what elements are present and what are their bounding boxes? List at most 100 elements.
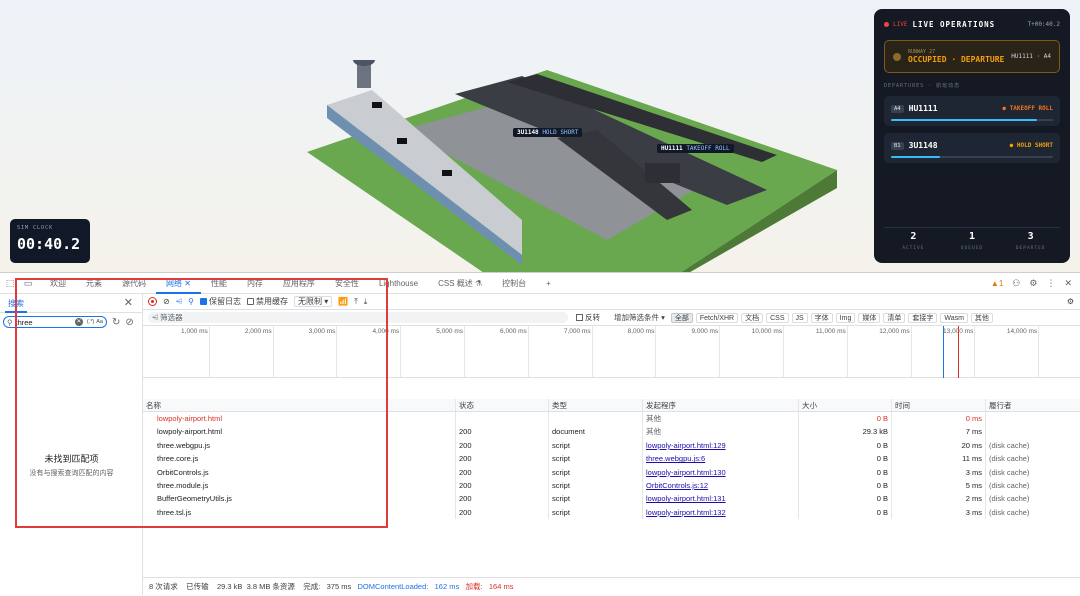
tab-network[interactable]: 网络 ✕: [156, 273, 201, 294]
timeline-tick: 11,000 ms: [816, 326, 848, 378]
column-header[interactable]: 发起程序: [643, 399, 799, 411]
table-row[interactable]: three.core.js 200 script three.webgpu.js:6 0…: [143, 452, 1080, 466]
network-overview-timeline[interactable]: 1,000 ms 2,000 ms 3,000 ms 4,000 ms 5,000 ms…: [143, 326, 1080, 378]
table-cell[interactable]: three.webgpu.js:6: [643, 452, 799, 466]
column-header[interactable]: 类型: [549, 399, 643, 411]
flight-progress-bar: [891, 156, 1053, 158]
wifi-icon[interactable]: 📶: [338, 297, 348, 306]
tab-memory[interactable]: 内存: [237, 273, 273, 294]
inspect-element-icon[interactable]: ⬚: [4, 278, 16, 288]
airport-3d-viewport[interactable]: 3U1148 HOLD SHORT HU1111 TAKEOFF ROLL SI…: [0, 0, 1080, 272]
settings-gear-icon[interactable]: ⚙: [1029, 278, 1037, 289]
search-network-icon[interactable]: ⚲: [188, 297, 194, 306]
type-filter-1[interactable]: Fetch/XHR: [695, 312, 739, 323]
flight-card[interactable]: A4 HU1111 ● TAKEOFF ROLL: [884, 96, 1060, 126]
timeline-tick-label: 7,000 ms: [563, 328, 591, 335]
refresh-icon[interactable]: ↻: [112, 317, 120, 328]
table-cell: 0 ms: [892, 412, 986, 426]
search-query[interactable]: three: [16, 318, 75, 327]
clear-search-icon[interactable]: ✕: [74, 318, 83, 326]
import-har-icon[interactable]: ⤒: [354, 297, 358, 307]
search-tab[interactable]: 搜索: [5, 294, 27, 313]
close-search-icon[interactable]: ✕: [121, 294, 136, 313]
table-row[interactable]: lowpoly-airport.html 其他 0 B0 ms: [143, 412, 1080, 426]
export-har-icon[interactable]: ⤓: [364, 297, 368, 307]
tab-application[interactable]: 应用程序: [273, 273, 325, 294]
type-filter-8[interactable]: 清单: [883, 312, 906, 323]
table-row[interactable]: BufferGeometryUtils.js 200 script lowpoly-a…: [143, 492, 1080, 506]
table-row[interactable]: three.webgpu.js 200 script lowpoly-airport.…: [143, 438, 1080, 453]
type-filter-10[interactable]: Wasm: [940, 312, 968, 323]
type-filter-4[interactable]: JS: [791, 312, 808, 323]
column-header[interactable]: 大小: [799, 399, 892, 411]
tab-sources[interactable]: 源代码: [112, 273, 156, 294]
add-tab-icon[interactable]: +: [536, 273, 561, 294]
tab-console[interactable]: 控制台: [492, 273, 536, 294]
table-cell[interactable]: lowpoly-airport.html:130: [643, 465, 799, 479]
search-input[interactable]: ⚲ three ✕ (.*) Aa: [3, 316, 107, 328]
timeline-tick-label: 8,000 ms: [627, 328, 655, 335]
tab-css-overview[interactable]: CSS 概述 ⚗: [428, 273, 492, 294]
network-settings-icon[interactable]: ⚙: [1067, 297, 1074, 306]
type-filter-0[interactable]: 全部: [670, 312, 693, 323]
timeline-tick: 4,000 ms: [372, 326, 402, 378]
table-header: 名称 状态 类型 发起程序 大小 时间 履行者: [143, 399, 1080, 412]
filter-input[interactable]: ⩤ 筛选器: [148, 312, 568, 323]
more-options-icon[interactable]: ⋮: [1046, 278, 1055, 289]
flight-tag-3u1148[interactable]: 3U1148 HOLD SHORT: [513, 128, 583, 137]
tab-lighthouse[interactable]: Lighthouse: [369, 273, 428, 294]
preserve-log-checkbox[interactable]: 保留日志: [199, 296, 241, 307]
table-cell: 0 B: [799, 505, 892, 520]
table-cell[interactable]: lowpoly-airport.html:132: [643, 505, 799, 520]
clear-results-icon[interactable]: ⊘: [125, 317, 133, 328]
table-cell: three.webgpu.js: [143, 438, 456, 453]
type-filter-11[interactable]: 其他: [970, 312, 993, 323]
device-toolbar-icon[interactable]: ▭: [22, 278, 34, 288]
type-filter-6[interactable]: Img: [835, 312, 856, 323]
timeline-tick: 13,000 ms: [943, 326, 976, 378]
table-row[interactable]: lowpoly-airport.html 200 document 其他 29.3 kB…: [143, 425, 1080, 439]
column-header[interactable]: 状态: [456, 399, 549, 411]
match-case-toggle[interactable]: Aa: [96, 319, 103, 325]
tab-welcome[interactable]: 欢迎: [40, 273, 76, 294]
tab-elements[interactable]: 元素: [76, 273, 112, 294]
column-header[interactable]: 履行者: [986, 399, 1080, 411]
table-row[interactable]: OrbitControls.js 200 script lowpoly-airport…: [143, 465, 1080, 479]
table-row[interactable]: three.module.js 200 script OrbitControls.js…: [143, 478, 1080, 493]
type-filter-5[interactable]: 字体: [810, 312, 833, 323]
tab-performance[interactable]: 性能: [201, 273, 237, 294]
issues-icon[interactable]: ⚇: [1012, 278, 1020, 289]
more-filters-dropdown[interactable]: 增加筛选条件 ▾: [614, 312, 665, 323]
tab-security[interactable]: 安全性: [325, 273, 369, 294]
flight-card[interactable]: B1 3U1148 ● HOLD SHORT: [884, 133, 1060, 163]
warning-count[interactable]: ▲1: [991, 279, 1003, 288]
invert-checkbox[interactable]: 反转: [576, 312, 600, 323]
timeline-marker: [958, 326, 959, 378]
regex-toggle[interactable]: (.*): [87, 319, 94, 325]
table-cell: (disk cache): [989, 494, 1030, 504]
live-label: LIVE: [893, 20, 908, 28]
close-tab-icon[interactable]: ✕: [184, 279, 191, 288]
clear-icon[interactable]: ⊘: [163, 297, 170, 306]
type-filter-2[interactable]: 文档: [741, 312, 764, 323]
table-cell[interactable]: lowpoly-airport.html:131: [643, 492, 799, 506]
table-row[interactable]: three.tsl.js 200 script lowpoly-airport.htm…: [143, 505, 1080, 520]
type-filter-7[interactable]: 媒体: [858, 312, 881, 323]
table-cell[interactable]: lowpoly-airport.html:129: [643, 438, 799, 453]
type-filter-9[interactable]: 套接字: [908, 312, 938, 323]
table-cell[interactable]: OrbitControls.js:12: [643, 478, 799, 493]
disable-cache-checkbox[interactable]: 禁用缓存: [246, 296, 288, 307]
runway-status-card: RUNWAY 27 OCCUPIED · DEPARTURE HU1111 · …: [884, 40, 1060, 73]
table-cell: 2 ms: [892, 492, 986, 506]
throttle-select[interactable]: 无限制 ▾: [293, 296, 333, 307]
record-button[interactable]: [148, 297, 157, 306]
column-header[interactable]: 名称: [143, 399, 456, 411]
filter-icon[interactable]: ⩤: [176, 297, 182, 307]
table-cell: three.core.js: [143, 452, 456, 466]
close-devtools-icon[interactable]: ✕: [1064, 278, 1072, 289]
flight-gate: A4: [891, 104, 904, 113]
flight-tag-hu1111[interactable]: HU1111 TAKEOFF ROLL: [657, 144, 734, 153]
column-header[interactable]: 时间: [892, 399, 986, 411]
type-filter-3[interactable]: CSS: [766, 312, 789, 323]
table-cell: 0 B: [799, 412, 892, 426]
